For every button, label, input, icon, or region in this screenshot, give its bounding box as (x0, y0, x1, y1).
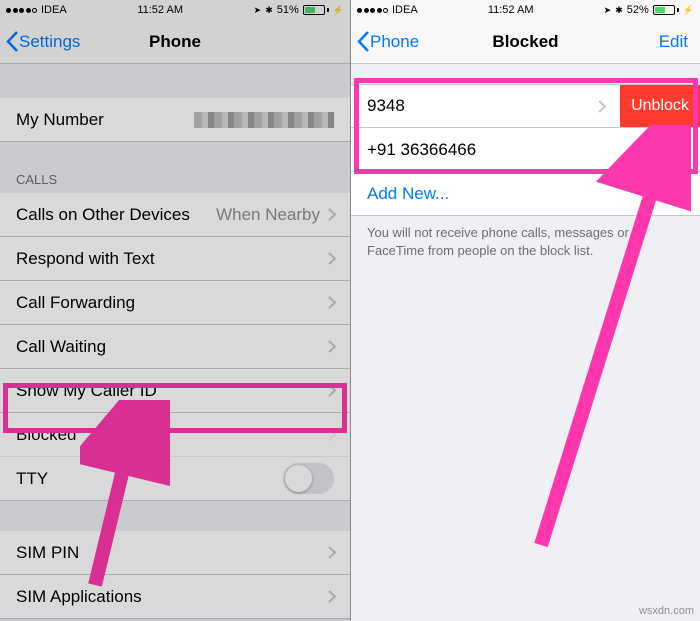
back-label: Phone (370, 32, 419, 52)
location-icon: ➤ (254, 5, 262, 16)
row-call-forwarding[interactable]: Call Forwarding (0, 281, 350, 325)
cell-label: Respond with Text (16, 249, 155, 269)
chevron-right-icon (598, 100, 606, 113)
row-my-number[interactable]: My Number (0, 98, 350, 142)
battery-icon (653, 5, 679, 15)
battery-icon (303, 5, 329, 15)
screen-phone-settings: IDEA 11:52 AM ➤ ✱ 51% ⚡ Settings Phone M… (0, 0, 350, 621)
watermark: wsxdn.com (639, 605, 694, 617)
chevron-right-icon (328, 340, 336, 353)
bluetooth-icon: ✱ (265, 5, 273, 16)
chevron-right-icon (328, 296, 336, 309)
status-time: 11:52 AM (137, 4, 183, 16)
bluetooth-icon: ✱ (615, 5, 623, 16)
chevron-right-icon (328, 428, 336, 441)
cell-label: SIM PIN (16, 543, 79, 563)
annotation-arrow-icon (511, 125, 691, 555)
cell-label: Call Forwarding (16, 293, 135, 313)
chevron-right-icon (328, 208, 336, 221)
battery-percent: 51% (277, 4, 299, 16)
back-button[interactable]: Settings (6, 31, 80, 52)
cell-label: Calls on Other Devices (16, 205, 190, 225)
annotation-arrow-icon (80, 400, 170, 590)
status-time: 11:52 AM (488, 4, 534, 16)
chevron-right-icon (328, 590, 336, 603)
section-header-calls: CALLS (0, 166, 350, 193)
cell-label: Call Waiting (16, 337, 106, 357)
row-tty[interactable]: TTY (0, 457, 350, 501)
blocked-contact-row[interactable]: 9348 Unblock (351, 84, 700, 128)
back-label: Settings (19, 32, 80, 52)
cell-value: When Nearby (216, 205, 334, 225)
status-bar: IDEA 11:52 AM ➤ ✱ 52% ⚡ (351, 0, 700, 20)
carrier-label: IDEA (392, 4, 418, 16)
status-bar: IDEA 11:52 AM ➤ ✱ 51% ⚡ (0, 0, 350, 20)
tty-toggle[interactable] (283, 463, 334, 494)
row-sim-applications[interactable]: SIM Applications (0, 575, 350, 619)
signal-dots-icon (6, 8, 37, 13)
redacted-number (194, 112, 334, 128)
signal-dots-icon (357, 8, 388, 13)
edit-button[interactable]: Edit (659, 32, 688, 52)
cell-label: Show My Caller ID (16, 381, 157, 401)
row-sim-pin[interactable]: SIM PIN (0, 531, 350, 575)
back-button[interactable]: Phone (357, 31, 419, 52)
row-call-waiting[interactable]: Call Waiting (0, 325, 350, 369)
unblock-button[interactable]: Unblock (620, 85, 700, 127)
nav-bar: Settings Phone (0, 20, 350, 64)
row-blocked[interactable]: Blocked (0, 413, 350, 457)
carrier-label: IDEA (41, 4, 67, 16)
blocked-number: +91 36366466 (367, 140, 476, 160)
charging-icon: ⚡ (683, 5, 694, 16)
battery-percent: 52% (627, 4, 649, 16)
chevron-right-icon (328, 252, 336, 265)
screen-blocked-list: IDEA 11:52 AM ➤ ✱ 52% ⚡ Phone Blocked Ed… (350, 0, 700, 621)
cell-label: My Number (16, 110, 104, 130)
chevron-right-icon (328, 384, 336, 397)
row-respond-with-text[interactable]: Respond with Text (0, 237, 350, 281)
chevron-right-icon (328, 546, 336, 559)
nav-title: Phone (149, 32, 201, 52)
chevron-left-icon (357, 31, 370, 52)
cell-label: TTY (16, 469, 48, 489)
nav-bar: Phone Blocked Edit (351, 20, 700, 64)
blocked-number: 9348 (367, 96, 405, 116)
chevron-left-icon (6, 31, 19, 52)
cell-label: Blocked (16, 425, 76, 445)
charging-icon: ⚡ (333, 5, 344, 16)
row-calls-other-devices[interactable]: Calls on Other Devices When Nearby (0, 193, 350, 237)
cell-label: Add New... (367, 184, 449, 204)
row-show-caller-id[interactable]: Show My Caller ID (0, 369, 350, 413)
location-icon: ➤ (604, 5, 612, 16)
nav-title: Blocked (492, 32, 558, 52)
